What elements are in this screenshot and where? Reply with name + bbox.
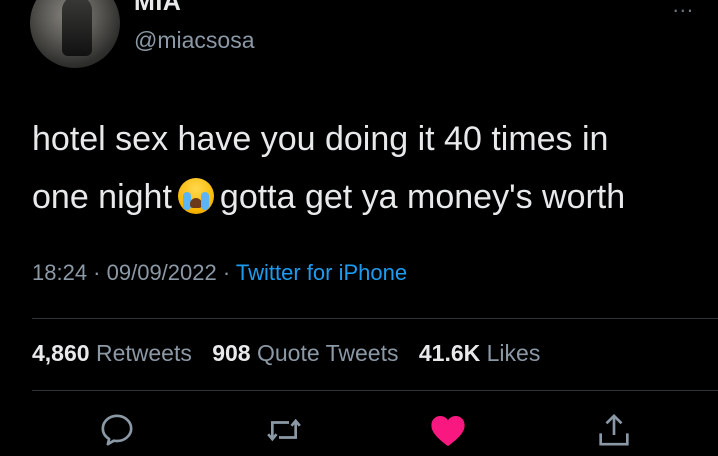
tweet-text-segment: one night [32, 178, 172, 216]
tweet-source-link[interactable]: Twitter for iPhone [236, 260, 407, 285]
tweet-text-line-1: hotel sex have you doing it 40 times in [32, 120, 609, 158]
like-button[interactable] [426, 408, 470, 452]
quote-tweets-label: Quote Tweets [256, 340, 399, 366]
quote-tweets-stat[interactable]: 908 Quote Tweets [212, 340, 398, 366]
separator: · [87, 260, 107, 285]
tweet-time[interactable]: 18:24 [32, 260, 87, 285]
retweet-icon [267, 418, 301, 442]
tweet-actions [0, 408, 718, 456]
retweet-button[interactable] [262, 408, 306, 452]
quote-tweets-count: 908 [212, 340, 251, 366]
user-handle[interactable]: @miacsosa [134, 27, 255, 54]
share-button[interactable] [592, 408, 636, 452]
retweets-label: Retweets [95, 340, 192, 366]
likes-count: 41.6K [418, 340, 481, 366]
display-name[interactable]: MIA [134, 0, 181, 17]
avatar[interactable] [30, 0, 120, 68]
reply-icon [101, 414, 133, 446]
heart-icon [431, 416, 465, 447]
more-options-button[interactable]: ... [673, 0, 694, 18]
likes-stat[interactable]: 41.6K Likes [419, 340, 540, 366]
tweet-date[interactable]: 09/09/2022 [107, 260, 217, 285]
divider [32, 318, 718, 319]
tweet-meta: 18:24 · 09/09/2022 · Twitter for iPhone [32, 260, 407, 286]
divider [32, 390, 718, 391]
tweet-text: hotel sex have you doing it 40 times in … [32, 110, 702, 226]
share-icon [599, 413, 629, 446]
tweet-stats: 4,860 Retweets 908 Quote Tweets 41.6K Li… [32, 340, 554, 367]
retweets-count: 4,860 [32, 340, 90, 366]
crying-face-emoji-icon [177, 178, 214, 214]
retweets-stat[interactable]: 4,860 Retweets [32, 340, 192, 366]
reply-button[interactable] [95, 408, 139, 452]
tweet-text-line-2: one night gotta get ya money's worth [32, 168, 702, 226]
separator: · [216, 260, 236, 285]
tweet-text-segment: gotta get ya money's worth [219, 178, 626, 216]
likes-label: Likes [486, 340, 541, 366]
